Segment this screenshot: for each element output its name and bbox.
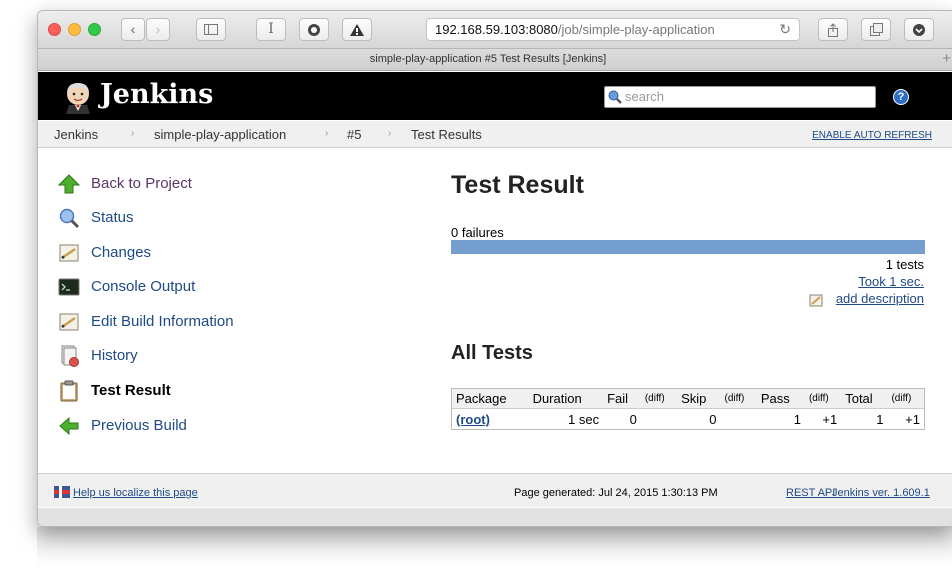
package-link[interactable]: (root) [456, 412, 490, 427]
jenkins-version-link[interactable]: Jenkins ver. 1.609.1 [832, 487, 930, 499]
column-header-total[interactable]: Total [841, 388, 888, 409]
breadcrumb-jenkins[interactable]: Jenkins [54, 127, 98, 142]
close-window-button[interactable] [48, 23, 61, 36]
pass-diff-cell: +1 [822, 411, 838, 427]
address-bar[interactable]: 192.168.59.103:8080/job/simple-play-appl… [426, 18, 800, 41]
warning-icon[interactable] [342, 18, 372, 41]
sidebar-toggle-icon[interactable] [196, 18, 226, 41]
skip-cell: 0 [709, 411, 717, 427]
jenkins-butler-icon[interactable] [61, 80, 95, 114]
breadcrumb: Jenkins › simple-play-application › #5 ›… [38, 121, 952, 148]
new-tab-icon[interactable]: + [942, 50, 951, 67]
tests-count: 1 tests [885, 257, 924, 272]
extension-icon[interactable] [299, 18, 329, 41]
zoom-window-button[interactable] [88, 23, 101, 36]
back-icon[interactable]: ‹ [121, 18, 145, 41]
browser-window: ‹ › I 192.168.59.103:8080/job/simple-pla… [37, 10, 952, 527]
url-path: /job/simple-play-application [557, 22, 715, 37]
download-icon[interactable] [904, 18, 934, 41]
sidebar-item-label: Console Output [91, 278, 196, 295]
rest-api-link[interactable]: REST API [786, 487, 835, 499]
clipboard-icon [60, 380, 78, 402]
total-diff-cell: +1 [905, 411, 920, 427]
column-header-duration[interactable]: Duration [528, 388, 604, 409]
tabs-overview-icon[interactable] [861, 18, 891, 41]
history-icon [61, 345, 79, 367]
column-header-total-diff[interactable]: (diff) [887, 388, 925, 409]
url-host: 192.168.59.103:8080 [435, 22, 558, 37]
terminal-icon [58, 278, 80, 296]
sidebar-item-label: Status [91, 209, 134, 226]
window-shadow [37, 527, 952, 567]
page-footer: Help us localize this page Page generate… [38, 473, 952, 507]
table-row: (root) 1 sec 0 0 1 +1 1 +1 [452, 409, 925, 430]
reader-icon[interactable]: I [256, 18, 286, 41]
skip-diff-cell [721, 409, 757, 430]
localize-link[interactable]: Help us localize this page [73, 487, 198, 499]
sidebar-item-label: Changes [91, 244, 152, 261]
screenshot-stage: ‹ › I 192.168.59.103:8080/job/simple-pla… [0, 0, 952, 581]
breadcrumb-build[interactable]: #5 [347, 127, 361, 142]
column-header-package[interactable]: Package [451, 388, 529, 409]
breadcrumb-separator: › [325, 128, 329, 139]
test-results-table: Package Duration Fail (diff) Skip (diff)… [451, 388, 925, 430]
reload-icon[interactable]: ↻ [779, 19, 791, 40]
window-bottom-bar [38, 508, 952, 526]
column-header-fail[interactable]: Fail [603, 388, 641, 409]
jenkins-header: Jenkins search ? [38, 72, 952, 120]
page-generated-text: Page generated: Jul 24, 2015 1:30:13 PM [514, 487, 718, 499]
enable-auto-refresh-link[interactable]: ENABLE AUTO REFRESH [812, 130, 932, 141]
tab-bar: simple-play-application #5 Test Results … [38, 49, 952, 71]
search-input[interactable]: search [604, 86, 876, 108]
column-header-skip-diff[interactable]: (diff) [720, 388, 757, 409]
all-tests-title: All Tests [451, 342, 533, 364]
sidebar-item-label: History [91, 347, 138, 364]
breadcrumb-separator: › [131, 128, 135, 139]
table-header-row: Package Duration Fail (diff) Skip (diff)… [451, 388, 925, 409]
package-cell: (root) [452, 409, 529, 430]
left-arrow-icon [59, 416, 79, 436]
forward-icon[interactable]: › [146, 18, 170, 41]
magnifier-icon [59, 208, 80, 229]
total-cell: 1 [876, 411, 884, 427]
column-header-fail-diff[interactable]: (diff) [640, 388, 678, 409]
notepad-icon [809, 294, 823, 307]
column-header-pass-diff[interactable]: (diff) [804, 388, 842, 409]
sidebar-item-label: Back to Project [91, 175, 192, 192]
sidebar-item-label: Previous Build [91, 417, 187, 434]
pass-cell: 1 [793, 411, 801, 427]
breadcrumb-separator: › [388, 128, 392, 139]
page-title: Test Result [451, 171, 584, 199]
minimize-window-button[interactable] [68, 23, 81, 36]
search-placeholder: search [625, 89, 665, 104]
flag-icon [54, 486, 70, 498]
notepad-icon [59, 244, 79, 262]
fail-cell: 0 [629, 411, 637, 427]
up-arrow-icon [58, 174, 80, 194]
search-icon [608, 90, 622, 104]
breadcrumb-project[interactable]: simple-play-application [154, 127, 286, 142]
failures-count: 0 failures [451, 225, 504, 240]
took-duration-link[interactable]: Took 1 sec. [858, 274, 924, 289]
column-header-skip[interactable]: Skip [677, 388, 721, 409]
breadcrumb-test-results[interactable]: Test Results [411, 127, 482, 142]
sidebar-item-label: Test Result [91, 382, 171, 399]
tab-title[interactable]: simple-play-application #5 Test Results … [38, 53, 938, 65]
fail-diff-cell [641, 409, 677, 430]
browser-toolbar: ‹ › I 192.168.59.103:8080/job/simple-pla… [38, 11, 952, 49]
help-icon[interactable]: ? [893, 89, 909, 105]
notepad-icon [59, 313, 79, 331]
test-result-bar [451, 240, 925, 254]
jenkins-brand[interactable]: Jenkins [100, 79, 213, 110]
share-icon[interactable] [818, 18, 848, 41]
sidebar-item-label: Edit Build Information [91, 313, 234, 330]
add-description-link[interactable]: add description [836, 291, 924, 306]
column-header-pass[interactable]: Pass [756, 388, 805, 409]
pass-bar-fill [451, 240, 925, 254]
duration-cell: 1 sec [568, 411, 600, 427]
